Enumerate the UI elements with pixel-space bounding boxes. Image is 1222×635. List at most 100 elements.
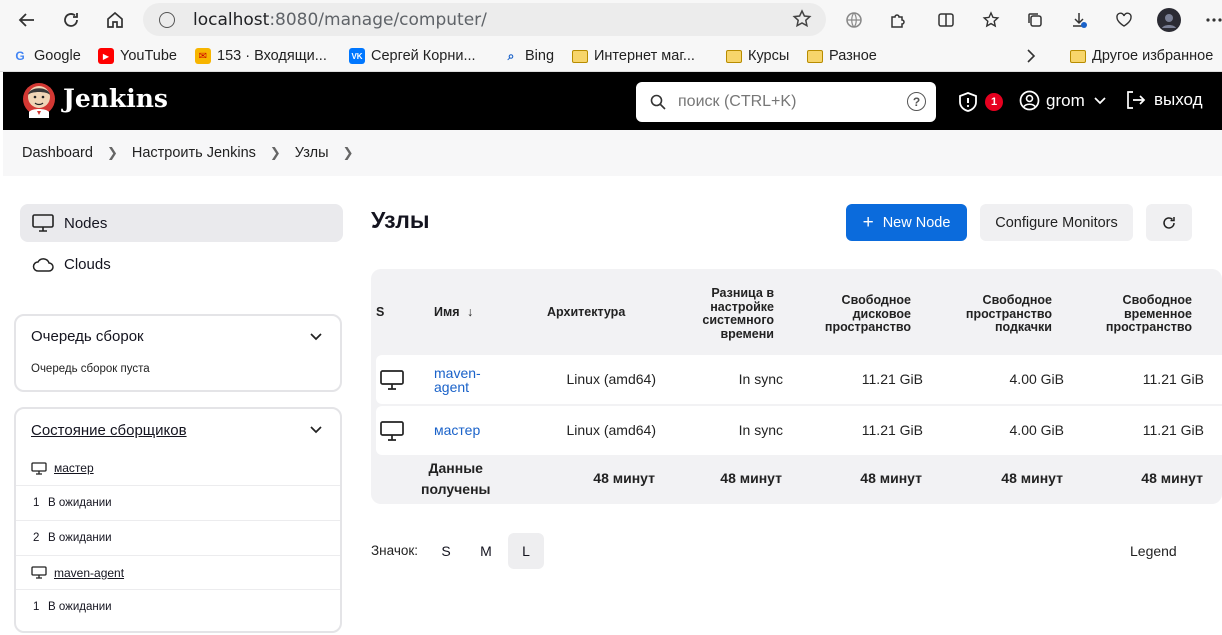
bookmark-google[interactable]: G Google — [12, 47, 80, 65]
browser-menu-button[interactable] — [1200, 6, 1222, 34]
search-help-icon[interactable]: ? — [907, 92, 926, 111]
bookmark-bing[interactable]: ⌕ Bing — [503, 47, 554, 65]
executors-card: Состояние сборщиков мастер 1 В ожидании 2… — [14, 407, 342, 633]
bookmark-folder-other[interactable]: Другое избранное — [1070, 47, 1213, 65]
globe-icon — [846, 12, 862, 28]
new-node-button[interactable]: + New Node — [846, 204, 967, 241]
profile-button[interactable] — [1155, 6, 1183, 34]
icon-size-l-button[interactable]: L — [508, 533, 544, 569]
header-line: Свободное — [841, 293, 911, 307]
bookmark-folder-misc[interactable]: Разное — [807, 47, 877, 65]
arrow-left-icon — [18, 13, 34, 27]
home-button[interactable] — [101, 6, 129, 34]
folder-icon — [726, 49, 742, 63]
back-button[interactable] — [13, 6, 41, 34]
reload-button[interactable] — [57, 6, 85, 34]
executor-row: 1 В ожидании — [16, 589, 340, 624]
build-queue-title[interactable]: Очередь сборок — [16, 316, 340, 356]
executor-status: В ожидании — [48, 601, 112, 613]
chevron-down-icon[interactable] — [310, 426, 322, 434]
address-bar[interactable]: localhost:8080/manage/computer/ — [143, 3, 826, 36]
icon-size-m-button[interactable]: M — [468, 533, 504, 569]
bookmarks-overflow-button[interactable] — [1026, 47, 1036, 65]
computer-icon — [31, 566, 47, 579]
node-link-master[interactable]: мастер — [434, 422, 480, 438]
breadcrumb-dashboard[interactable]: Dashboard — [22, 145, 93, 161]
favorites-button[interactable] — [977, 6, 1005, 34]
site-info-icon[interactable] — [159, 11, 175, 28]
bookmark-youtube[interactable]: ▶ YouTube — [98, 47, 177, 65]
refresh-icon — [1163, 216, 1175, 229]
refresh-button[interactable] — [1146, 204, 1192, 241]
collections-icon — [1028, 13, 1042, 27]
executor-status: В ожидании — [48, 497, 112, 509]
cell-swap-space: 4.00 GiB — [1009, 422, 1064, 438]
chevron-right-icon[interactable]: ❯ — [270, 145, 281, 161]
collections-button[interactable] — [1021, 6, 1049, 34]
cell-temp-space: 11.21 GiB — [1142, 371, 1204, 387]
logout-button[interactable]: выход — [1125, 90, 1203, 110]
executor-computer-master[interactable]: мастер — [16, 451, 340, 485]
table-row: maven- agent Linux (amd64) In sync 11.21… — [376, 355, 1222, 404]
bookmark-folder-courses[interactable]: Курсы — [726, 47, 789, 65]
nodes-table: S Имя ↓ Архитектура Разница в настройке … — [371, 269, 1222, 504]
executor-number: 1 — [33, 497, 40, 509]
breadcrumb-nodes[interactable]: Узлы — [295, 145, 329, 161]
column-header-disk-space[interactable]: Свободное дисковое пространство — [825, 293, 911, 335]
sidebar-item-nodes[interactable]: Nodes — [20, 204, 343, 242]
configure-monitors-button[interactable]: Configure Monitors — [980, 204, 1133, 241]
translate-button[interactable] — [840, 6, 868, 34]
bookmark-label: 153 · Входящи... — [217, 48, 327, 64]
footer-clock-age: 48 минут — [720, 470, 782, 486]
icon-size-s-button[interactable]: S — [428, 533, 464, 569]
column-header-swap-space[interactable]: Свободное пространство подкачки — [966, 293, 1052, 335]
folder-icon — [807, 49, 823, 63]
chevron-down-icon[interactable] — [310, 333, 322, 341]
column-header-status[interactable]: S — [376, 305, 384, 320]
header-line: временное — [1124, 306, 1192, 321]
profile-avatar-icon — [1157, 8, 1181, 32]
user-menu[interactable]: grom — [1019, 90, 1106, 111]
computer-icon — [32, 214, 54, 232]
sidebar-item-clouds[interactable]: Clouds — [20, 245, 343, 283]
bookmark-vk[interactable]: VK Сергей Корни... — [349, 47, 476, 65]
split-screen-button[interactable] — [932, 6, 960, 34]
header-line: Разница в — [711, 286, 774, 300]
extensions-button[interactable] — [884, 6, 912, 34]
cell-swap-space: 4.00 GiB — [1009, 371, 1064, 387]
breadcrumb-manage-jenkins[interactable]: Настроить Jenkins — [132, 145, 256, 161]
search-input[interactable] — [678, 93, 898, 111]
footer-label: Данные получены — [421, 458, 490, 500]
column-header-temp-space[interactable]: Свободное временное пространство — [1106, 293, 1192, 335]
downloads-button[interactable] — [1065, 6, 1093, 34]
cell-architecture: Linux (amd64) — [566, 371, 657, 387]
user-name: grom — [1046, 90, 1085, 110]
more-dots-icon — [1206, 18, 1222, 22]
column-header-clock-diff[interactable]: Разница в настройке системного времени — [702, 286, 774, 341]
bookmark-mail[interactable]: ✉ 153 · Входящи... — [195, 47, 327, 65]
new-node-label: New Node — [882, 214, 951, 231]
chevron-right-icon[interactable]: ❯ — [343, 145, 354, 161]
legend-link[interactable]: Legend — [1130, 543, 1177, 559]
jenkins-brand[interactable]: Jenkins — [63, 84, 168, 113]
column-header-name-label: Имя — [434, 305, 460, 319]
executors-title[interactable]: Состояние сборщиков — [16, 409, 340, 451]
sidebar-item-label: Clouds — [64, 255, 111, 273]
bookmark-folder-shop[interactable]: Интернет маг... — [572, 47, 695, 65]
chevron-right-icon[interactable]: ❯ — [107, 145, 118, 161]
jenkins-logo-icon[interactable] — [21, 82, 57, 120]
column-header-architecture[interactable]: Архитектура — [547, 305, 625, 320]
favorites-star-icon — [982, 11, 1000, 28]
performance-button[interactable] — [1110, 6, 1138, 34]
google-icon: G — [15, 49, 25, 63]
user-icon — [1019, 90, 1040, 111]
cell-architecture: Linux (amd64) — [566, 422, 657, 438]
header-line: времени — [720, 326, 774, 341]
cell-temp-space: 11.21 GiB — [1142, 422, 1204, 438]
node-link-maven-agent[interactable]: maven- agent — [434, 366, 481, 394]
column-header-name[interactable]: Имя ↓ — [434, 305, 473, 320]
security-alerts-button[interactable]: 1 — [957, 91, 1003, 113]
bookmark-star-icon[interactable] — [792, 9, 812, 29]
sidebar-item-label: Nodes — [64, 214, 108, 232]
executor-computer-maven-agent[interactable]: maven-agent — [16, 555, 340, 589]
